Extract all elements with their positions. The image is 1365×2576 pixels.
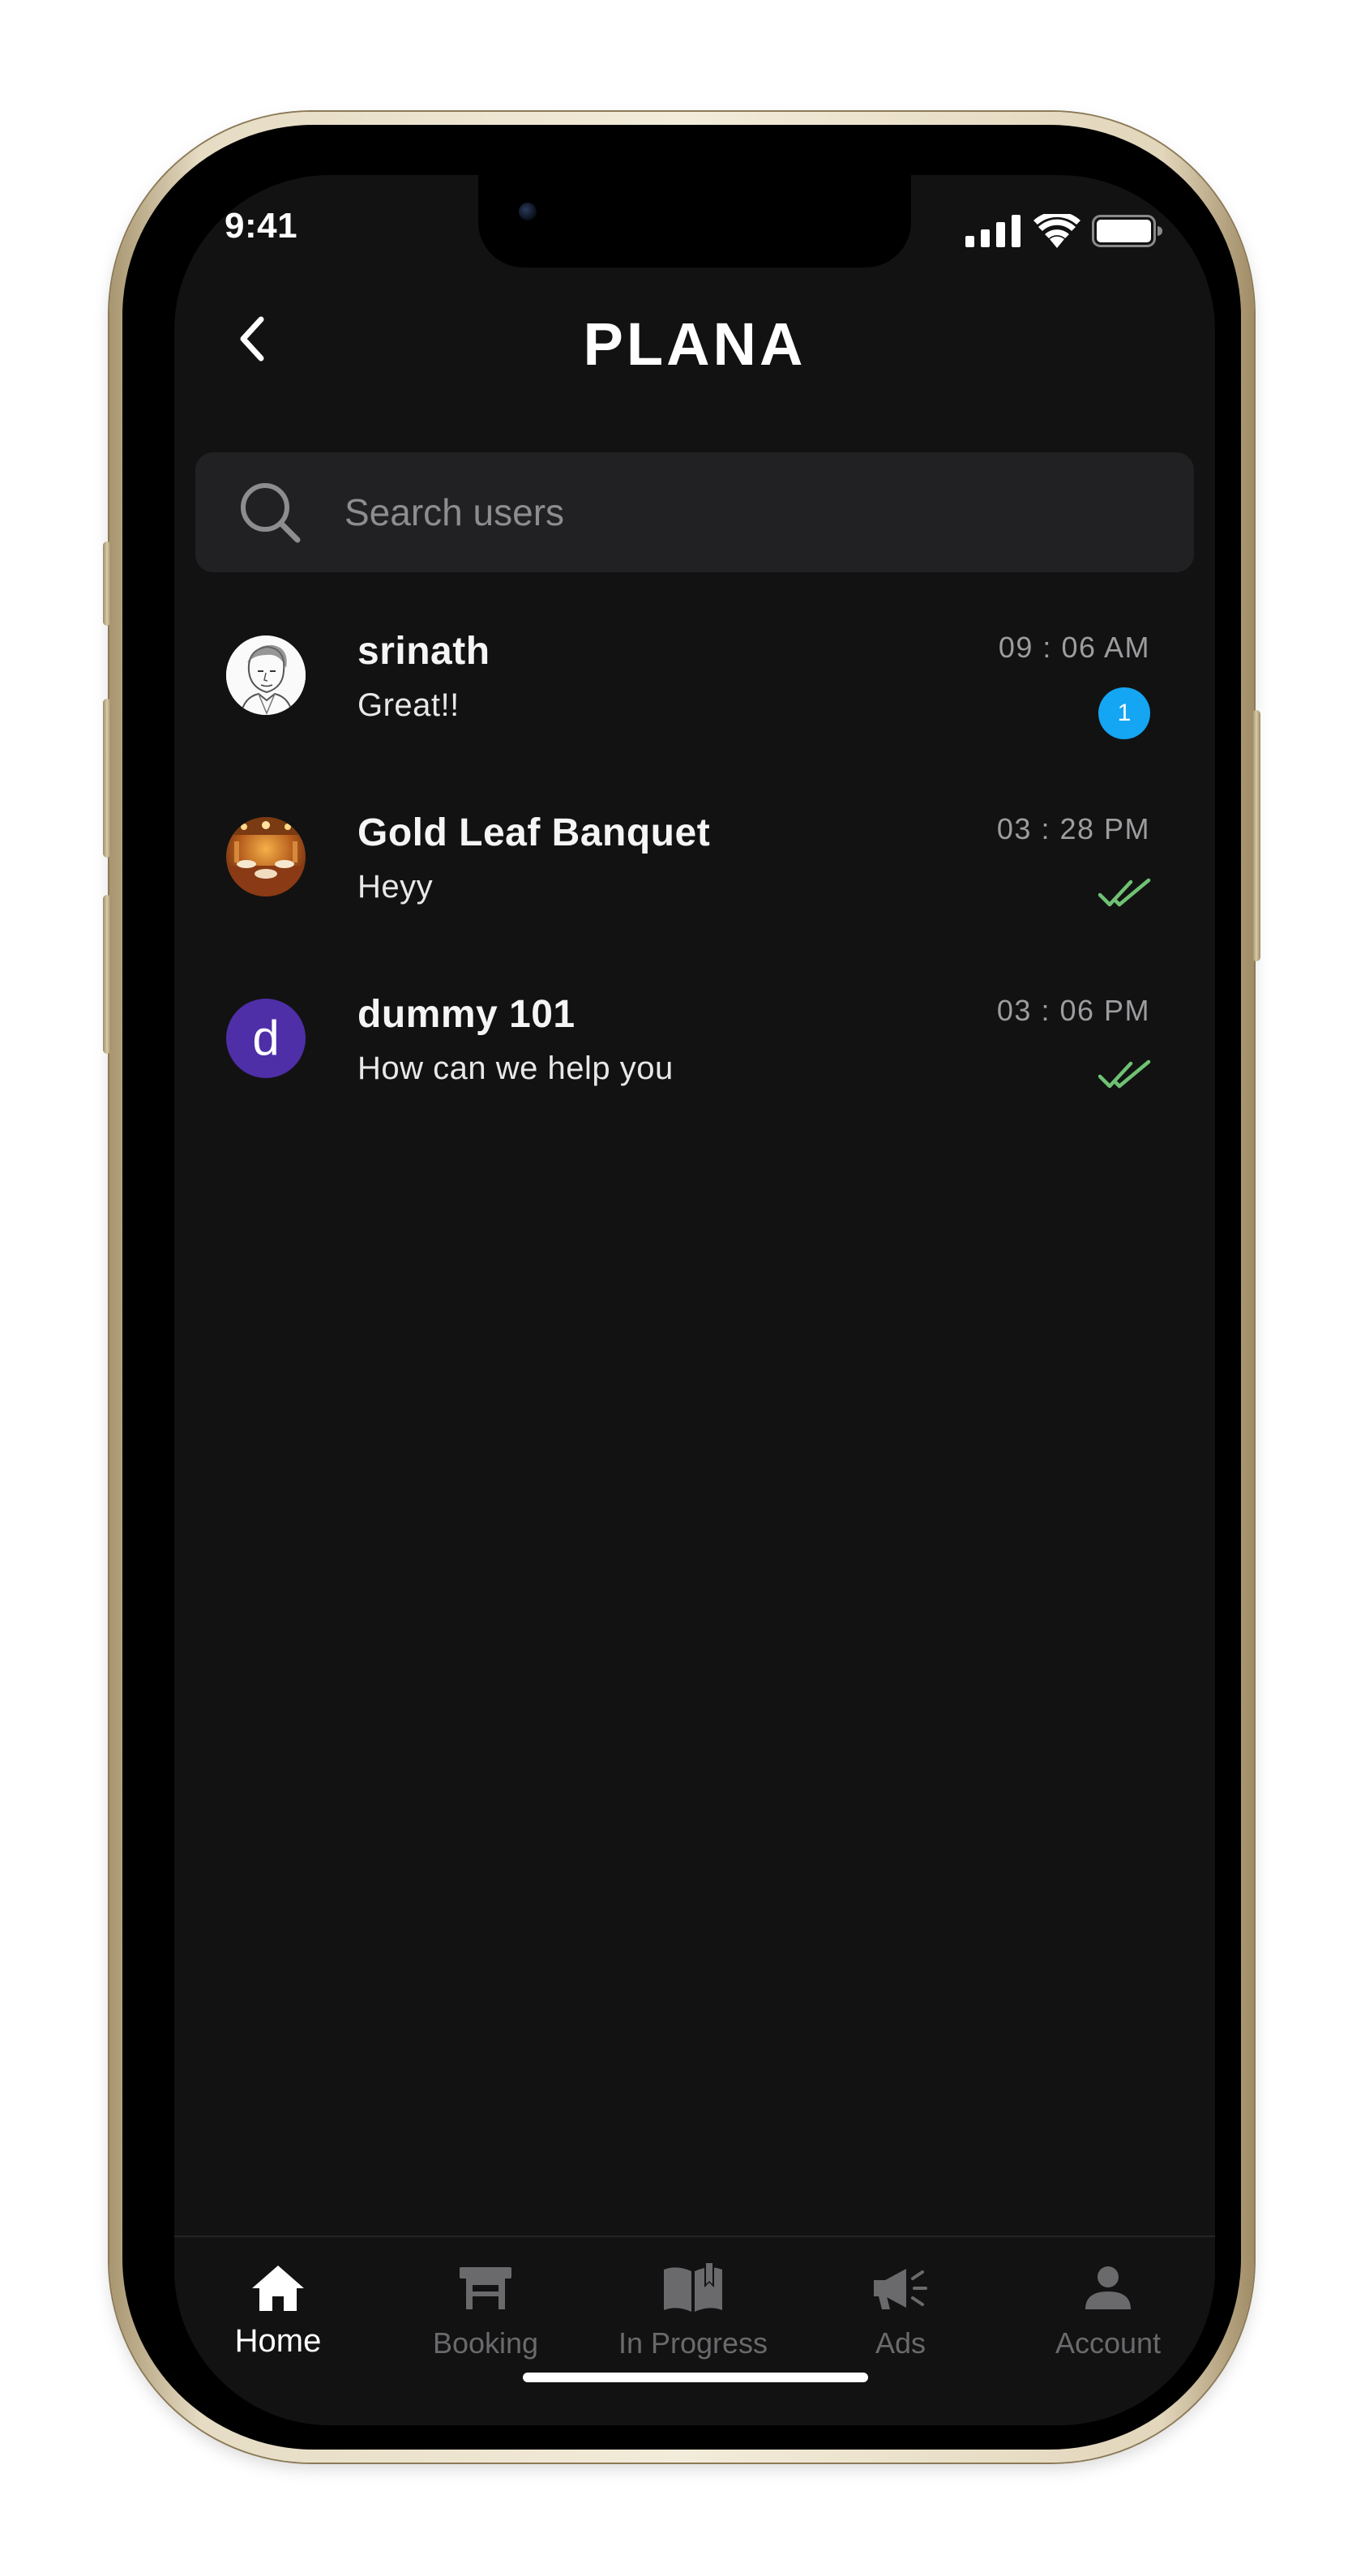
screen: 9:41 PLANA Search users srinath Great!! …	[174, 175, 1215, 2425]
tab-label: Booking	[432, 2326, 539, 2360]
chat-time: 03 : 28 PM	[996, 812, 1150, 845]
double-check-icon	[1098, 878, 1151, 907]
unread-badge: 1	[1098, 687, 1150, 739]
tab-account[interactable]: Account	[1004, 2237, 1212, 2383]
sketch-portrait-avatar	[226, 635, 306, 715]
chat-time: 09 : 06 AM	[998, 631, 1150, 664]
silent-switch	[103, 541, 111, 626]
chat-last-message: Heyy	[357, 869, 434, 905]
search-input[interactable]	[343, 479, 1194, 546]
avatar: d	[226, 999, 306, 1078]
volume-up-button	[103, 699, 111, 858]
megaphone-icon	[874, 2269, 927, 2309]
table-icon	[460, 2267, 511, 2309]
open-book-icon	[664, 2263, 722, 2312]
chat-name: srinath	[357, 630, 490, 673]
chat-item-dummy-101[interactable]: d dummy 101 How can we help you 03 : 06 …	[174, 976, 1215, 1157]
banquet-hall-photo-avatar	[226, 817, 306, 896]
app-header: PLANA	[174, 297, 1215, 378]
power-button	[1252, 710, 1260, 961]
double-check-icon	[1098, 1059, 1151, 1089]
tab-label: In Progress	[618, 2326, 768, 2360]
search-bar[interactable]	[195, 452, 1194, 572]
home-indicator	[523, 2373, 868, 2382]
chat-list: srinath Great!! 09 : 06 AM 1 Gold Leaf B…	[174, 613, 1215, 1157]
phone-frame: 9:41 PLANA Search users srinath Great!! …	[103, 112, 1260, 2463]
chat-time: 03 : 06 PM	[996, 994, 1150, 1027]
avatar	[226, 635, 306, 715]
bottom-tab-bar: Home Booking In Progress Ads Account	[174, 2236, 1215, 2425]
status-time: 9:41	[225, 206, 298, 246]
front-camera	[519, 203, 537, 220]
avatar	[226, 817, 306, 896]
bezel: 9:41 PLANA Search users srinath Great!! …	[122, 125, 1241, 2450]
volume-down-button	[103, 895, 111, 1054]
battery-icon	[1092, 215, 1162, 247]
app-logo: PLANA	[583, 310, 807, 378]
tab-label: Home	[234, 2323, 322, 2359]
wifi-icon	[1033, 214, 1080, 248]
tab-home[interactable]: Home	[174, 2237, 382, 2383]
status-icons	[965, 214, 1163, 248]
tab-label: Account	[1055, 2326, 1162, 2360]
chat-name: dummy 101	[357, 993, 576, 1036]
tab-booking[interactable]: Booking	[382, 2237, 589, 2383]
cellular-signal-icon	[965, 215, 1021, 247]
chat-item-gold-leaf-banquet[interactable]: Gold Leaf Banquet Heyy 03 : 28 PM	[174, 794, 1215, 976]
chat-name: Gold Leaf Banquet	[357, 811, 711, 854]
notch	[478, 175, 911, 267]
chat-item-srinath[interactable]: srinath Great!! 09 : 06 AM 1	[174, 613, 1215, 794]
chat-last-message: Great!!	[357, 687, 460, 723]
tab-in-progress[interactable]: In Progress	[589, 2237, 797, 2383]
search-icon	[237, 480, 302, 545]
home-icon	[252, 2266, 304, 2311]
person-icon	[1085, 2266, 1131, 2309]
tab-ads[interactable]: Ads	[797, 2237, 1004, 2383]
tab-label: Ads	[875, 2326, 926, 2360]
chat-last-message: How can we help you	[357, 1051, 674, 1086]
